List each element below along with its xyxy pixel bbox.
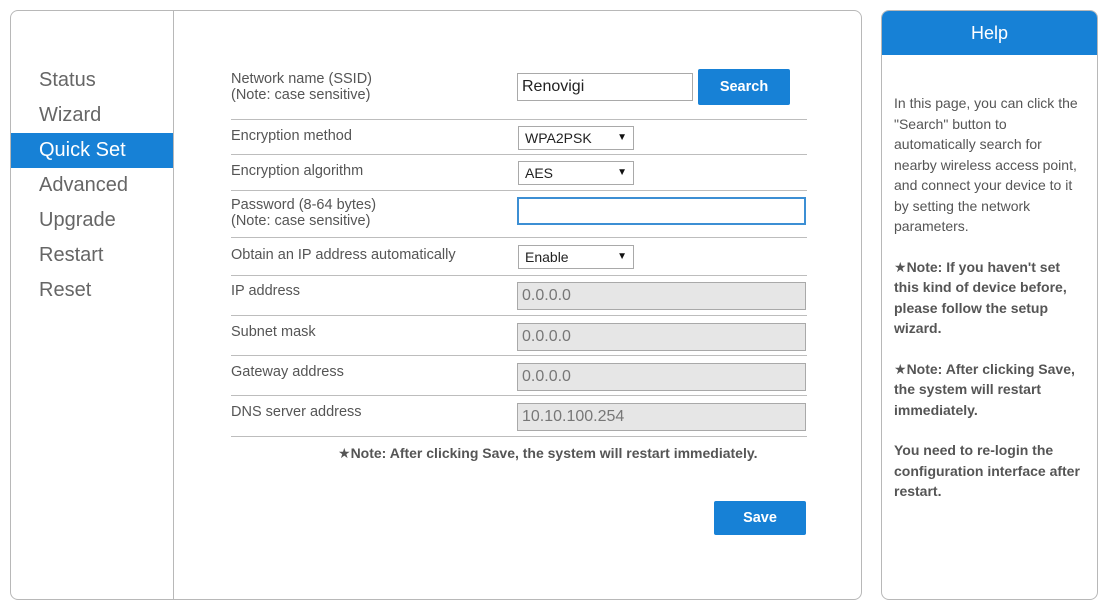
ip-address-label: IP address (231, 283, 301, 299)
help-body: In this page, you can click the "Search"… (882, 55, 1097, 502)
help-relogin: You need to re-login the configuration i… (894, 440, 1087, 502)
sidebar: Status Wizard Quick Set Advanced Upgrade… (11, 11, 174, 599)
help-panel: Help In this page, you can click the "Se… (881, 10, 1098, 600)
help-relogin-text: You need to re-login the configuration i… (894, 442, 1080, 499)
gateway-input[interactable] (517, 363, 806, 391)
gateway-label: Gateway address (231, 364, 344, 380)
encryption-algorithm-row: Encryption algorithm AES ▼ (231, 154, 807, 191)
encryption-algorithm-label: Encryption algorithm (231, 163, 364, 179)
save-note: ★Note: After clicking Save, the system w… (338, 445, 758, 462)
save-button[interactable]: Save (714, 501, 806, 535)
password-input[interactable] (517, 197, 806, 225)
star-icon: ★ (338, 445, 351, 461)
star-icon: ★ (894, 258, 907, 275)
obtain-ip-row: Obtain an IP address automatically Enabl… (231, 237, 807, 276)
encryption-method-value: WPA2PSK (525, 130, 592, 146)
password-label-text: Password (8-64 bytes) (231, 197, 377, 213)
help-note-1-text: Note: If you haven't set this kind of de… (894, 258, 1067, 337)
subnet-mask-input[interactable] (517, 323, 806, 351)
nav-list: Status Wizard Quick Set Advanced Upgrade… (11, 63, 173, 308)
help-intro: In this page, you can click the "Search"… (894, 95, 1078, 234)
gateway-row: Gateway address (231, 355, 807, 396)
chevron-down-icon: ▼ (617, 132, 627, 143)
dns-label: DNS server address (231, 404, 362, 420)
nav-item-restart[interactable]: Restart (11, 238, 173, 273)
ssid-input[interactable] (517, 73, 693, 101)
dns-input[interactable] (517, 403, 806, 431)
ssid-sublabel: (Note: case sensitive) (231, 87, 371, 103)
encryption-method-row: Encryption method WPA2PSK ▼ (231, 119, 807, 155)
help-note-1: ★Note: If you haven't set this kind of d… (894, 257, 1087, 339)
nav-item-upgrade[interactable]: Upgrade (11, 203, 173, 238)
nav-item-advanced[interactable]: Advanced (11, 168, 173, 203)
nav-item-status[interactable]: Status (11, 63, 173, 98)
password-row: Password (8-64 bytes) (Note: case sensit… (231, 190, 807, 238)
star-icon: ★ (894, 360, 907, 377)
ssid-row: Network name (SSID) (Note: case sensitiv… (231, 63, 807, 120)
dns-row: DNS server address (231, 395, 807, 437)
subnet-mask-row: Subnet mask (231, 315, 807, 356)
ssid-label: Network name (SSID) (Note: case sensitiv… (231, 71, 372, 103)
encryption-algorithm-select[interactable]: AES ▼ (518, 161, 634, 185)
chevron-down-icon: ▼ (617, 167, 627, 178)
nav-item-quick-set[interactable]: Quick Set (11, 133, 173, 168)
save-note-text: Note: After clicking Save, the system wi… (350, 445, 758, 461)
help-note-2-text: Note: After clicking Save, the system wi… (894, 360, 1075, 418)
subnet-mask-label: Subnet mask (231, 324, 316, 340)
nav-item-wizard[interactable]: Wizard (11, 98, 173, 133)
ip-address-input[interactable] (517, 282, 806, 310)
ssid-label-text: Network name (SSID) (231, 71, 373, 87)
search-button[interactable]: Search (698, 69, 790, 105)
obtain-ip-value: Enable (525, 249, 569, 265)
nav-item-reset[interactable]: Reset (11, 273, 173, 308)
encryption-algorithm-value: AES (525, 165, 554, 181)
help-title: Help (882, 11, 1097, 55)
password-label: Password (8-64 bytes) (Note: case sensit… (231, 197, 376, 229)
main-panel: Status Wizard Quick Set Advanced Upgrade… (10, 10, 862, 600)
encryption-method-label: Encryption method (231, 128, 352, 144)
obtain-ip-select[interactable]: Enable ▼ (518, 245, 634, 269)
encryption-method-select[interactable]: WPA2PSK ▼ (518, 126, 634, 150)
obtain-ip-label: Obtain an IP address automatically (231, 247, 456, 263)
help-note-2: ★Note: After clicking Save, the system w… (894, 359, 1087, 421)
ip-address-row: IP address (231, 275, 807, 316)
chevron-down-icon: ▼ (617, 251, 627, 262)
password-sublabel: (Note: case sensitive) (231, 213, 371, 229)
